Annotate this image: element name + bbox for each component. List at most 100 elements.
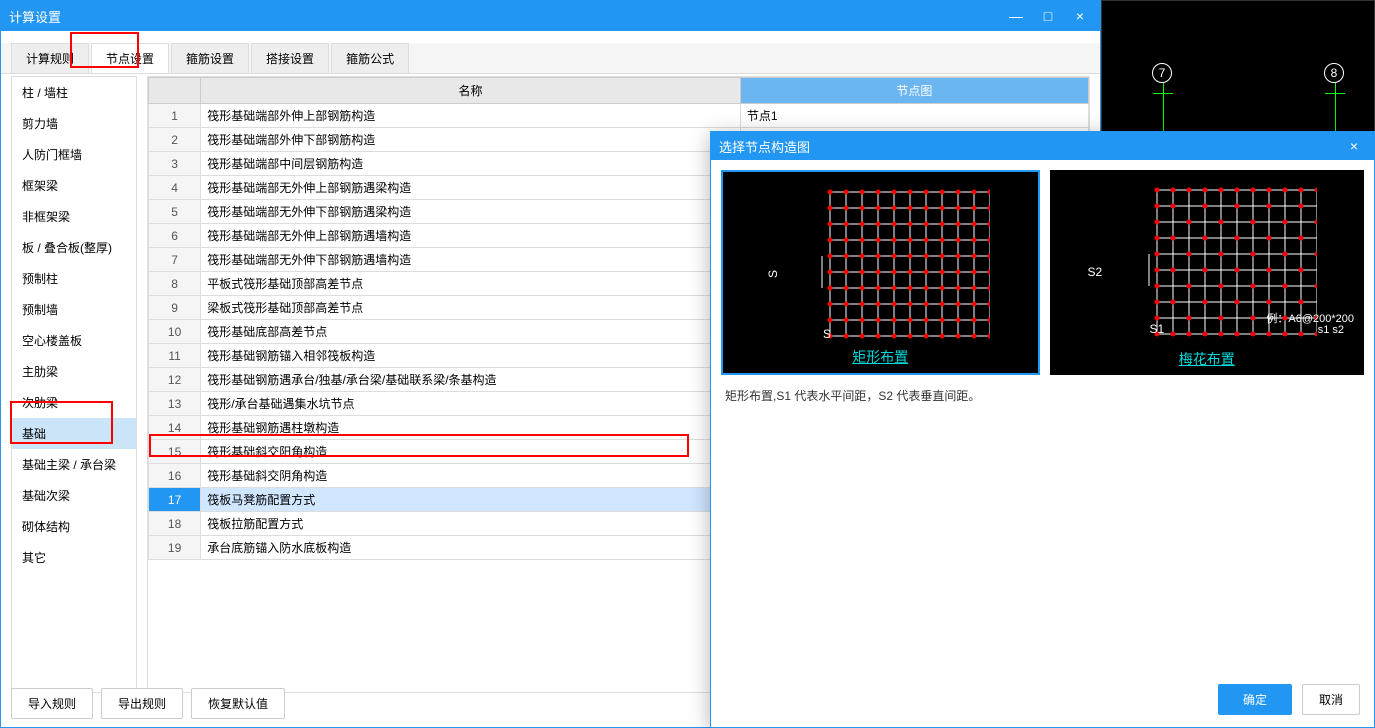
col-rownum bbox=[149, 78, 201, 104]
sidebar-item-other[interactable]: 其它 bbox=[12, 542, 136, 573]
tab-calc-rules[interactable]: 计算规则 bbox=[11, 43, 89, 73]
sidebar-item-hollow[interactable]: 空心楼盖板 bbox=[12, 325, 136, 356]
rule-name-cell: 筏板马凳筋配置方式 bbox=[201, 488, 741, 512]
rule-name-cell: 平板式筏形基础顶部高差节点 bbox=[201, 272, 741, 296]
rule-name-cell: 筏形基础斜交阳角构造 bbox=[201, 440, 741, 464]
preview-label-plum: 梅花布置 bbox=[1179, 349, 1235, 369]
rule-name-cell: 筏形基础端部外伸下部钢筋构造 bbox=[201, 128, 741, 152]
cad-axis-line bbox=[1163, 83, 1164, 133]
rule-name-cell: 筏形基础斜交阴角构造 bbox=[201, 464, 741, 488]
row-number: 7 bbox=[149, 248, 201, 272]
window-title: 计算设置 bbox=[9, 7, 1004, 26]
preview-plum-layout[interactable]: S2 S1 例：A6@200*200 s1 s2 梅花布置 bbox=[1050, 170, 1365, 375]
node-diagram-modal: 选择节点构造图 × S S 矩形布置 S2 bbox=[710, 131, 1375, 728]
row-number: 9 bbox=[149, 296, 201, 320]
modal-title: 选择节点构造图 bbox=[719, 137, 1342, 156]
cad-marker-8: 8 bbox=[1324, 63, 1344, 83]
sidebar-item-precast-wall[interactable]: 预制墙 bbox=[12, 294, 136, 325]
axis-label-y: S2 bbox=[1088, 265, 1103, 279]
axis-label-x: S bbox=[823, 327, 831, 341]
axis-label-x: S1 bbox=[1150, 322, 1165, 336]
node-value-cell[interactable]: 节点1 bbox=[740, 104, 1088, 128]
close-button[interactable]: × bbox=[1068, 4, 1092, 28]
grid-diagram-icon bbox=[770, 182, 990, 342]
rule-name-cell: 筏形基础钢筋遇承台/独基/承台梁/基础联系梁/条基构造 bbox=[201, 368, 741, 392]
row-number: 11 bbox=[149, 344, 201, 368]
rule-name-cell: 筏形基础端部无外伸上部钢筋遇墙构造 bbox=[201, 224, 741, 248]
row-number: 12 bbox=[149, 368, 201, 392]
category-sidebar: 柱 / 墙柱 剪力墙 人防门框墙 框架梁 非框架梁 板 / 叠合板(整厚) 预制… bbox=[11, 76, 137, 693]
bottom-toolbar: 导入规则 导出规则 恢复默认值 bbox=[11, 688, 285, 719]
window-controls: — □ × bbox=[1004, 4, 1092, 28]
row-number: 4 bbox=[149, 176, 201, 200]
row-number: 3 bbox=[149, 152, 201, 176]
rule-name-cell: 承台底筋锚入防水底板构造 bbox=[201, 536, 741, 560]
rule-name-cell: 筏形基础端部外伸上部钢筋构造 bbox=[201, 104, 741, 128]
row-number: 15 bbox=[149, 440, 201, 464]
import-button[interactable]: 导入规则 bbox=[11, 688, 93, 719]
row-number: 6 bbox=[149, 224, 201, 248]
col-node: 节点图 bbox=[740, 78, 1088, 104]
title-bar: 计算设置 — □ × bbox=[1, 1, 1100, 31]
preview-rect-layout[interactable]: S S 矩形布置 bbox=[721, 170, 1040, 375]
row-number: 19 bbox=[149, 536, 201, 560]
sidebar-item-column[interactable]: 柱 / 墙柱 bbox=[12, 77, 136, 108]
sidebar-item-foundation-beam[interactable]: 基础主梁 / 承台梁 bbox=[12, 449, 136, 480]
modal-body: S S 矩形布置 S2 S1 例：A6@200*200 s1 s2 梅花布置 矩… bbox=[711, 160, 1374, 426]
tab-stirrup-settings[interactable]: 箍筋设置 bbox=[171, 43, 249, 73]
tab-bar: 计算规则 节点设置 箍筋设置 搭接设置 箍筋公式 bbox=[1, 43, 1100, 74]
restore-button[interactable]: 恢复默认值 bbox=[191, 688, 285, 719]
row-number: 8 bbox=[149, 272, 201, 296]
preview-note: s1 s2 bbox=[1318, 324, 1344, 336]
preview-label-rect: 矩形布置 bbox=[852, 347, 908, 367]
tab-lap-settings[interactable]: 搭接设置 bbox=[251, 43, 329, 73]
row-number: 5 bbox=[149, 200, 201, 224]
ok-button[interactable]: 确定 bbox=[1218, 684, 1292, 715]
tab-stirrup-formula[interactable]: 箍筋公式 bbox=[331, 43, 409, 73]
cad-preview: 7 8 bbox=[1101, 0, 1375, 132]
cad-axis-line bbox=[1335, 83, 1336, 133]
row-number: 18 bbox=[149, 512, 201, 536]
export-button[interactable]: 导出规则 bbox=[101, 688, 183, 719]
row-number: 10 bbox=[149, 320, 201, 344]
rule-name-cell: 筏形基础端部无外伸上部钢筋遇梁构造 bbox=[201, 176, 741, 200]
cad-tick bbox=[1153, 93, 1173, 94]
maximize-button[interactable]: □ bbox=[1036, 4, 1060, 28]
rule-name-cell: 筏板拉筋配置方式 bbox=[201, 512, 741, 536]
minimize-button[interactable]: — bbox=[1004, 4, 1028, 28]
modal-footer: 确定 取消 bbox=[1218, 684, 1360, 715]
sidebar-item-slab[interactable]: 板 / 叠合板(整厚) bbox=[12, 232, 136, 263]
row-number: 1 bbox=[149, 104, 201, 128]
row-number: 13 bbox=[149, 392, 201, 416]
cad-marker-7: 7 bbox=[1152, 63, 1172, 83]
sidebar-item-shearwall[interactable]: 剪力墙 bbox=[12, 108, 136, 139]
rule-name-cell: 筏形基础底部高差节点 bbox=[201, 320, 741, 344]
sidebar-item-precast-col[interactable]: 预制柱 bbox=[12, 263, 136, 294]
rule-name-cell: 筏形基础端部中间层钢筋构造 bbox=[201, 152, 741, 176]
sidebar-item-secrib[interactable]: 次肋梁 bbox=[12, 387, 136, 418]
rule-name-cell: 筏形基础端部无外伸下部钢筋遇梁构造 bbox=[201, 200, 741, 224]
sidebar-item-framebeam[interactable]: 框架梁 bbox=[12, 170, 136, 201]
rule-name-cell: 筏形/承台基础遇集水坑节点 bbox=[201, 392, 741, 416]
rule-name-cell: 筏形基础端部无外伸下部钢筋遇墙构造 bbox=[201, 248, 741, 272]
cancel-button[interactable]: 取消 bbox=[1302, 684, 1360, 715]
sidebar-item-foundation-sec[interactable]: 基础次梁 bbox=[12, 480, 136, 511]
sidebar-item-mainrib[interactable]: 主肋梁 bbox=[12, 356, 136, 387]
row-number: 17 bbox=[149, 488, 201, 512]
sidebar-item-renfang[interactable]: 人防门框墙 bbox=[12, 139, 136, 170]
row-number: 14 bbox=[149, 416, 201, 440]
rule-name-cell: 梁板式筏形基础顶部高差节点 bbox=[201, 296, 741, 320]
modal-close-button[interactable]: × bbox=[1342, 134, 1366, 158]
sidebar-item-masonry[interactable]: 砌体结构 bbox=[12, 511, 136, 542]
tab-node-settings[interactable]: 节点设置 bbox=[91, 43, 169, 73]
table-row[interactable]: 1筏形基础端部外伸上部钢筋构造节点1 bbox=[149, 104, 1089, 128]
rule-name-cell: 筏形基础钢筋遇柱墩构造 bbox=[201, 416, 741, 440]
sidebar-item-nonframebeam[interactable]: 非框架梁 bbox=[12, 201, 136, 232]
col-name: 名称 bbox=[201, 78, 741, 104]
cad-tick bbox=[1325, 93, 1345, 94]
row-number: 16 bbox=[149, 464, 201, 488]
sidebar-item-foundation[interactable]: 基础 bbox=[12, 418, 136, 449]
row-number: 2 bbox=[149, 128, 201, 152]
rule-name-cell: 筏形基础钢筋锚入相邻筏板构造 bbox=[201, 344, 741, 368]
modal-description: 矩形布置,S1 代表水平间距，S2 代表垂直间距。 bbox=[721, 375, 1364, 416]
